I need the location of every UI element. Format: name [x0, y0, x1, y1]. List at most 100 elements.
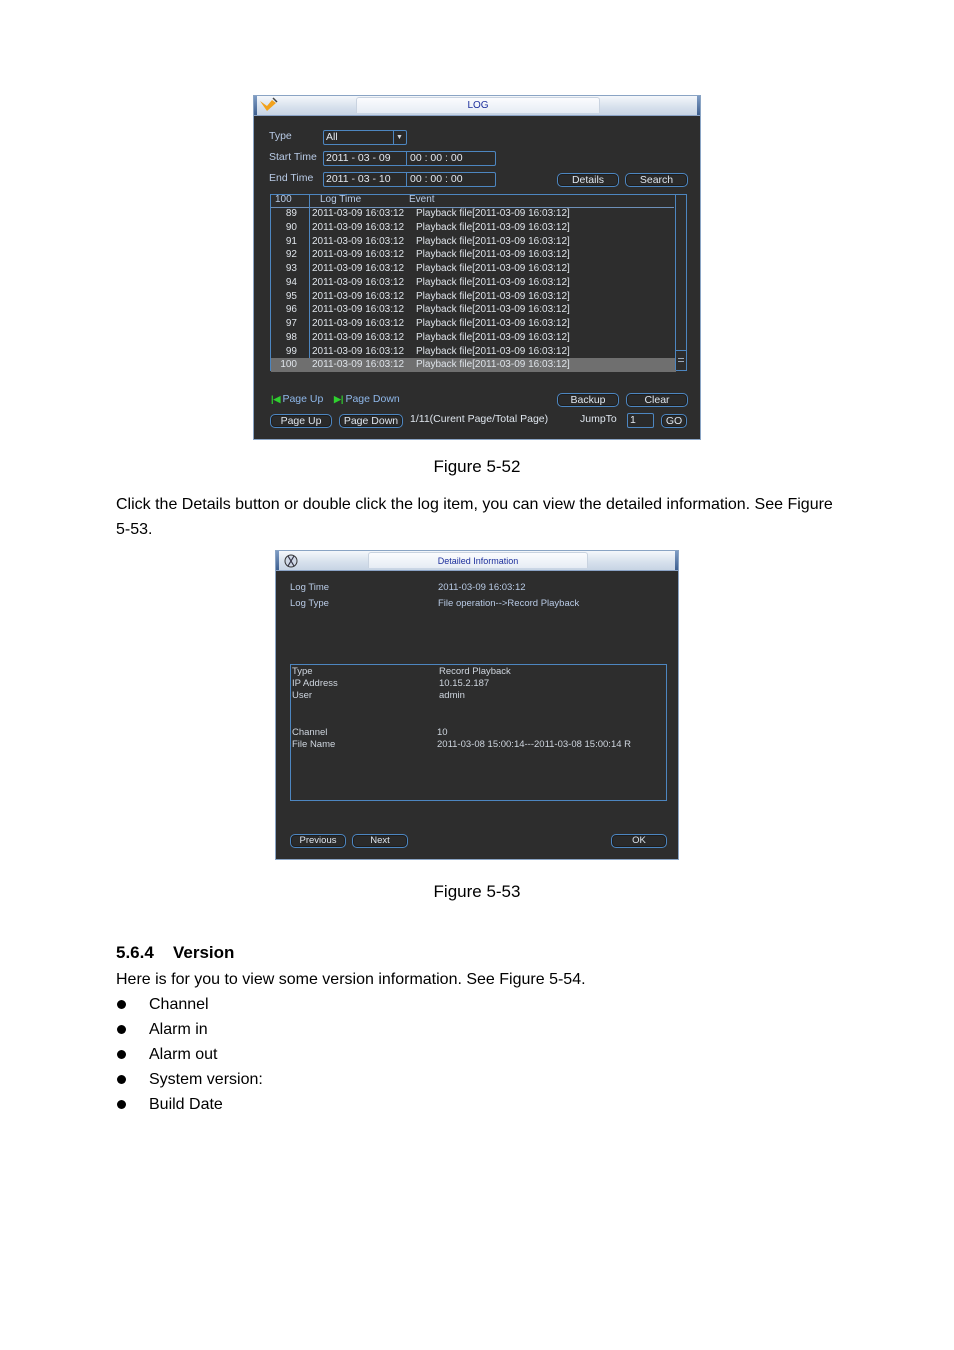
file-name-value: 2011-03-08 15:00:14---2011-03-08 15:00:1… — [437, 739, 632, 750]
log-row[interactable]: 99 2011-03-09 16:03:12 Playback file[2011-… — [271, 345, 676, 359]
paragraph-details: Click the Details button or double click… — [116, 496, 833, 538]
type-label: Type — [269, 130, 292, 142]
log-time-label: Log Time — [290, 582, 330, 593]
log-row[interactable]: 94 2011-03-09 16:03:12 Playback file[2011-… — [271, 276, 676, 290]
end-date-input[interactable]: 2011 - 03 - 10 — [326, 173, 391, 185]
bullet-text: Build Date — [149, 1096, 223, 1113]
log-row-event: Playback file[2011-03-09 16:03:12] — [416, 290, 570, 302]
next-button[interactable]: Next — [352, 834, 408, 848]
log-row-time: 2011-03-09 16:03:12 — [312, 249, 405, 261]
log-row[interactable]: 96 2011-03-09 16:03:12 Playback file[2011-… — [271, 303, 676, 317]
page-info: 1/11(Curent Page/Total Page) — [410, 413, 549, 425]
type-select-value: All — [326, 131, 338, 143]
user-value: admin — [439, 690, 465, 701]
clear-button[interactable]: Clear — [626, 393, 688, 407]
page-up-button[interactable]: Page Up — [270, 414, 332, 428]
bullet-dot-icon — [117, 1000, 126, 1009]
figure-caption-5-52: Figure 5-52 — [433, 457, 521, 476]
channel-label: Channel — [292, 727, 328, 738]
ok-button[interactable]: OK — [611, 834, 667, 848]
detail-window: Detailed Information Log Time 2011-03-09… — [275, 550, 679, 860]
log-rows: 89 2011-03-09 16:03:12 Playback file[2011-… — [271, 207, 676, 372]
log-row-no: 94 — [285, 276, 297, 288]
skip-back-icon: |◀ — [271, 394, 281, 404]
log-row-no: 91 — [285, 235, 297, 247]
app-logo-icon — [260, 97, 278, 111]
log-row-time: 2011-03-09 16:03:12 — [312, 318, 405, 329]
log-row-time: 2011-03-09 16:03:12 — [312, 235, 405, 247]
log-row-event: Playback file[2011-03-09 16:03:12] — [416, 359, 570, 371]
bullet-text: Alarm out — [149, 1046, 218, 1063]
detail-info-box: Type Record Playback IP Address 10.15.2.… — [290, 664, 667, 801]
log-row-no: 99 — [285, 345, 297, 357]
log-row[interactable]: 89 2011-03-09 16:03:12 Playback file[2011-… — [271, 207, 676, 221]
paragraph-version: Here is for you to view some version inf… — [116, 971, 586, 988]
chevron-down-icon: ▼ — [396, 134, 403, 141]
bullet-text: Channel — [149, 996, 209, 1013]
ip-address-value: 10.15.2.187 — [439, 678, 490, 689]
log-row[interactable]: 91 2011-03-09 16:03:12 Playback file[2011-… — [271, 235, 676, 249]
start-time-label: Start Time — [269, 151, 317, 163]
log-row-event: Playback file[2011-03-09 16:03:12] — [416, 208, 570, 219]
start-clock-input[interactable]: 00 : 00 : 00 — [410, 152, 463, 165]
log-time-value: 2011-03-09 16:03:12 — [438, 582, 526, 593]
type-select[interactable]: All ▼ — [323, 130, 407, 145]
log-row-time: 2011-03-09 16:03:12 — [312, 208, 405, 219]
log-row-event: Playback file[2011-03-09 16:03:12] — [416, 276, 570, 288]
detail-type-label: Type — [292, 666, 313, 677]
log-window-title: LOG — [356, 97, 600, 113]
log-row[interactable]: 97 2011-03-09 16:03:12 Playback file[2011-… — [271, 317, 676, 331]
section-number: 5.6.4 — [116, 943, 154, 962]
end-time-label: End Time — [269, 172, 314, 184]
jump-to-label: JumpTo — [580, 413, 617, 425]
log-row-no: 96 — [285, 304, 297, 316]
log-row[interactable]: 98 2011-03-09 16:03:12 Playback file[2011-… — [271, 331, 676, 345]
header-log-time[interactable]: Log Time — [320, 194, 361, 205]
log-window: LOG Type All ▼ Start Time 2011 - 03 - 09… — [253, 95, 701, 440]
log-row[interactable]: 92 2011-03-09 16:03:12 Playback file[2011-… — [271, 248, 676, 262]
start-time-field[interactable]: 2011 - 03 - 09 00 : 00 : 00 — [323, 151, 496, 166]
bullet-text: System version: — [149, 1071, 263, 1088]
log-row[interactable]: 100 2011-03-09 16:03:12 Playback file[2011… — [271, 358, 676, 372]
log-row-no: 100 — [280, 359, 297, 371]
log-row-time: 2011-03-09 16:03:12 — [312, 331, 405, 343]
log-row-no: 89 — [285, 208, 297, 219]
log-list-scrollbar[interactable] — [675, 195, 686, 370]
scrollbar-thumb[interactable] — [676, 350, 686, 370]
log-row-no: 97 — [285, 318, 297, 329]
search-button[interactable]: Search — [625, 173, 688, 187]
detail-window-titlebar: Detailed Information — [276, 551, 678, 571]
figure-caption-5-53: Figure 5-53 — [433, 882, 521, 901]
settings-tool-icon — [284, 554, 298, 568]
section-heading: 5.6.4 Version — [116, 943, 234, 963]
backup-button[interactable]: Backup — [557, 393, 619, 407]
header-event[interactable]: Event — [409, 194, 435, 205]
file-name-label: File Name — [292, 739, 336, 750]
log-row-time: 2011-03-09 16:03:12 — [312, 276, 405, 288]
start-date-input[interactable]: 2011 - 03 - 09 — [326, 152, 391, 164]
ip-address-label: IP Address — [292, 678, 338, 689]
end-clock-input[interactable]: 00 : 00 : 00 — [410, 173, 463, 186]
log-row-no: 98 — [285, 331, 297, 343]
log-row-event: Playback file[2011-03-09 16:03:12] — [416, 235, 570, 247]
log-row[interactable]: 95 2011-03-09 16:03:12 Playback file[2011-… — [271, 290, 676, 304]
detail-type-value: Record Playback — [439, 666, 511, 677]
log-row-event: Playback file[2011-03-09 16:03:12] — [416, 304, 570, 316]
log-row-time: 2011-03-09 16:03:12 — [312, 263, 405, 274]
header-count: 100 — [275, 194, 292, 205]
bullet-text: Alarm in — [149, 1021, 208, 1038]
jump-to-input[interactable]: 1 — [627, 413, 654, 428]
page-down-button[interactable]: Page Down — [339, 414, 403, 428]
details-button[interactable]: Details — [557, 173, 619, 187]
end-time-field[interactable]: 2011 - 03 - 10 00 : 00 : 00 — [323, 172, 496, 187]
go-button[interactable]: GO — [661, 414, 687, 428]
log-row-event: Playback file[2011-03-09 16:03:12] — [416, 345, 570, 357]
log-row[interactable]: 93 2011-03-09 16:03:12 Playback file[2011-… — [271, 262, 676, 276]
log-row-no: 95 — [285, 290, 297, 302]
log-type-value: File operation-->Record Playback — [438, 598, 580, 609]
previous-button[interactable]: Previous — [290, 834, 346, 848]
log-window-titlebar: LOG — [254, 96, 700, 116]
log-row-time: 2011-03-09 16:03:12 — [312, 221, 405, 233]
log-row[interactable]: 90 2011-03-09 16:03:12 Playback file[2011-… — [271, 221, 676, 235]
log-row-time: 2011-03-09 16:03:12 — [312, 359, 405, 371]
